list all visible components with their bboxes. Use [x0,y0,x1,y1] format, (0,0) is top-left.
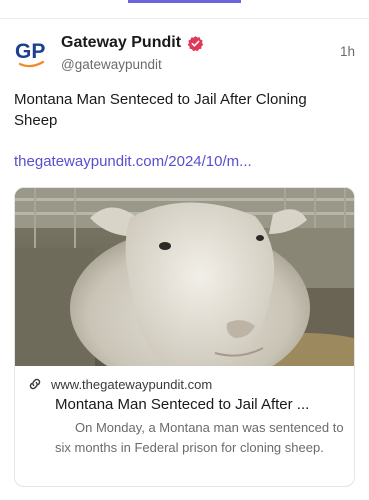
post-text: Montana Man Senteced to Jail After Cloni… [14,91,307,129]
top-tab-bar [0,0,369,19]
post-link[interactable]: thegatewaypundit.com/2024/10/m... [14,151,354,172]
card-domain-row: www.thegatewaypundit.com [27,376,212,392]
link-icon [27,376,43,392]
author-info[interactable]: Gateway Pundit @gatewaypundit [61,34,204,72]
post-header: GP Gateway Pundit @gatewaypundit 1h [14,32,355,78]
card-domain: www.thegatewaypundit.com [51,376,213,392]
post-timestamp: 1h [339,44,355,59]
card-title: Montana Man Senteced to Jail After ... [55,396,310,413]
link-preview-card[interactable]: www.thegatewaypundit.com Montana Man Sen… [14,187,355,487]
verified-badge-icon [187,35,204,52]
avatar-initials: GP [15,40,45,63]
card-description: On Monday, a Montana man was sentenced t… [55,418,345,458]
avatar[interactable]: GP [14,36,48,70]
active-tab-indicator [128,0,241,3]
author-handle[interactable]: @gatewaypundit [61,57,204,72]
card-body[interactable]: www.thegatewaypundit.com Montana Man Sen… [15,366,354,486]
feed-page: GP Gateway Pundit @gatewaypundit 1h Mont… [0,0,369,500]
author-name[interactable]: Gateway Pundit [61,34,181,52]
card-description-text: On Monday, a Montana man was sentenced t… [55,420,344,455]
card-image[interactable] [15,188,354,388]
